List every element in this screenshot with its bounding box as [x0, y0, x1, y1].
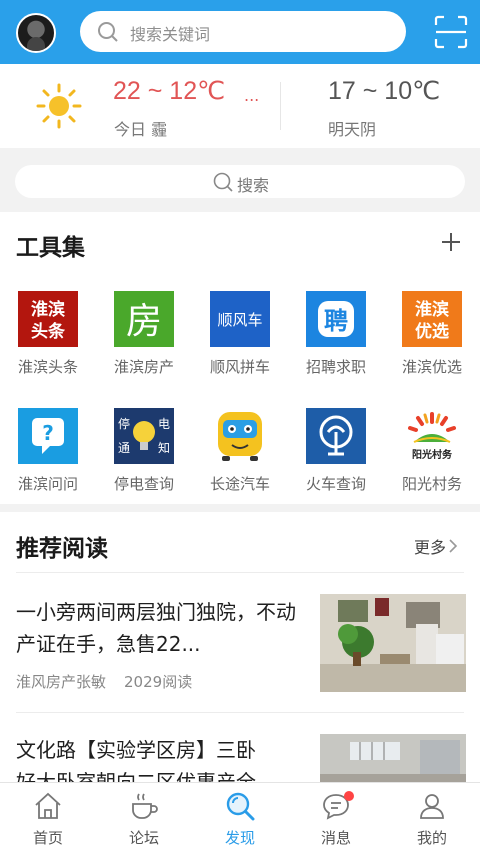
coffee-icon	[96, 789, 192, 823]
article-title: 一小旁两间两层独门独院，不动产证在手，急售22...	[16, 600, 296, 656]
carpool-icon: 顺风车	[210, 291, 270, 347]
profile-icon	[384, 789, 480, 823]
icon-text: 淮滨	[31, 299, 65, 320]
icon-text: 知	[158, 441, 170, 455]
tool-label: 淮滨房产	[113, 358, 174, 376]
more-label: 更多	[414, 538, 447, 557]
tool-item-bus[interactable]: 长途汽车	[192, 408, 288, 494]
preferred-icon: 淮滨 优选	[402, 291, 462, 347]
icon-text: 停	[118, 416, 130, 431]
plus-icon[interactable]	[441, 232, 461, 256]
scan-icon[interactable]	[434, 15, 468, 53]
icon-text: 顺风车	[217, 311, 262, 329]
nav-messages[interactable]: 消息	[288, 789, 384, 848]
tool-label: 长途汽车	[209, 475, 270, 493]
recruit-icon: 聘	[306, 291, 366, 347]
huaibin-headlines-icon: 淮滨 头条	[18, 291, 78, 347]
message-icon	[288, 789, 384, 823]
today-temperature: 22 ~ 12℃	[113, 77, 226, 105]
tomorrow-condition: 明天阴	[328, 120, 377, 139]
search-placeholder: 搜索关键词	[130, 25, 211, 44]
icon-text: 通	[118, 441, 130, 455]
discover-icon	[192, 789, 288, 823]
article-thumbnail	[320, 594, 466, 692]
tool-label: 停电查询	[113, 475, 174, 493]
secondary-search-bar[interactable]: 搜索	[15, 165, 465, 198]
icon-text: 房	[126, 301, 162, 342]
house-icon: 房	[114, 291, 174, 347]
train-icon	[306, 408, 366, 464]
tool-item-carpool[interactable]: 顺风车 顺风拼车	[192, 291, 288, 377]
tools-section: 工具集 淮滨 头条 淮滨头条 房 淮滨房产 顺风车 顺风拼车 聘 招聘求职 淮滨…	[0, 212, 480, 504]
power-outage-icon: 停 电 通 知	[114, 408, 174, 464]
recommended-section: 推荐阅读 更多 一小旁两间两层独门独院，不动产证在手，急售22... 淮风房产张…	[0, 512, 480, 782]
tool-item-house[interactable]: 房 淮滨房产	[96, 291, 192, 377]
tool-label: 淮滨头条	[17, 358, 78, 376]
tomorrow-temperature: 17 ~ 10℃	[328, 77, 441, 105]
tool-label: 淮滨问问	[17, 475, 78, 493]
search-icon	[212, 171, 234, 197]
nav-profile[interactable]: 我的	[384, 789, 480, 848]
article-meta: 淮风房产张敏 2029阅读	[16, 671, 192, 692]
icon-text: 优选	[415, 321, 449, 342]
nav-forum[interactable]: 论坛	[96, 789, 192, 848]
search-input[interactable]: 搜索关键词	[80, 11, 406, 52]
today-more: ...	[244, 86, 260, 105]
weather-divider	[280, 82, 281, 130]
tool-item-recruit[interactable]: 聘 招聘求职	[288, 291, 384, 377]
weather-panel[interactable]: 22 ~ 12℃ ... 今日 霾 17 ~ 10℃ 明天阴	[0, 64, 480, 148]
sunshine-village-icon: 阳光村务	[402, 408, 462, 464]
icon-text: 淮滨	[415, 299, 449, 320]
icon-text: 聘	[324, 307, 348, 335]
nav-discover[interactable]: 发现	[192, 789, 288, 848]
article-author: 淮风房产张敏	[16, 673, 107, 691]
nav-label: 首页	[32, 829, 63, 847]
tool-item-power-outage[interactable]: 停 电 通 知 停电查询	[96, 408, 192, 494]
divider	[16, 712, 464, 713]
tool-label: 顺风拼车	[209, 358, 270, 376]
tool-item-huaibin-headlines[interactable]: 淮滨 头条 淮滨头条	[0, 291, 96, 377]
icon-text: ?	[42, 421, 54, 445]
icon-text: 阳光村务	[412, 448, 453, 461]
bus-icon	[210, 408, 270, 464]
icon-text: 电	[158, 417, 170, 431]
tool-label: 阳光村务	[401, 475, 462, 493]
nav-label: 我的	[416, 829, 447, 847]
tools-title: 工具集	[16, 235, 85, 261]
tool-item-sunshine-village[interactable]: 阳光村务 阳光村务	[384, 408, 480, 494]
tool-item-preferred[interactable]: 淮滨 优选 淮滨优选	[384, 291, 480, 377]
question-icon: ?	[18, 408, 78, 464]
notification-dot	[344, 791, 354, 801]
search-icon	[97, 21, 119, 47]
tool-item-train[interactable]: 火车查询	[288, 408, 384, 494]
avatar[interactable]	[16, 13, 56, 53]
recommended-title: 推荐阅读	[16, 536, 108, 562]
nav-label: 消息	[320, 829, 351, 847]
chevron-right-icon	[449, 539, 458, 553]
top-header: 搜索关键词	[0, 0, 480, 64]
nav-label: 发现	[224, 829, 255, 847]
tool-label: 淮滨优选	[401, 358, 462, 376]
more-link[interactable]: 更多	[414, 534, 458, 558]
divider	[16, 572, 464, 573]
icon-text: 头条	[31, 321, 66, 342]
tool-label: 招聘求职	[305, 358, 366, 376]
today-condition: 今日 霾	[114, 120, 168, 139]
article-reads: 2029阅读	[124, 673, 193, 691]
nav-home[interactable]: 首页	[0, 789, 96, 848]
article-title: 文化路【实验学区房】三卧	[16, 738, 256, 762]
bottom-nav: 首页 论坛 发现 消息 我的	[0, 782, 480, 853]
article-title-line2: 好大卧室朝向二区优惠产全	[16, 770, 256, 782]
sun-icon	[36, 83, 82, 133]
nav-label: 论坛	[128, 829, 159, 847]
article-thumbnail	[320, 734, 466, 782]
secondary-search-label: 搜索	[237, 176, 270, 195]
home-icon	[0, 789, 96, 823]
tool-item-ask[interactable]: ? 淮滨问问	[0, 408, 96, 494]
tool-label: 火车查询	[305, 475, 366, 493]
